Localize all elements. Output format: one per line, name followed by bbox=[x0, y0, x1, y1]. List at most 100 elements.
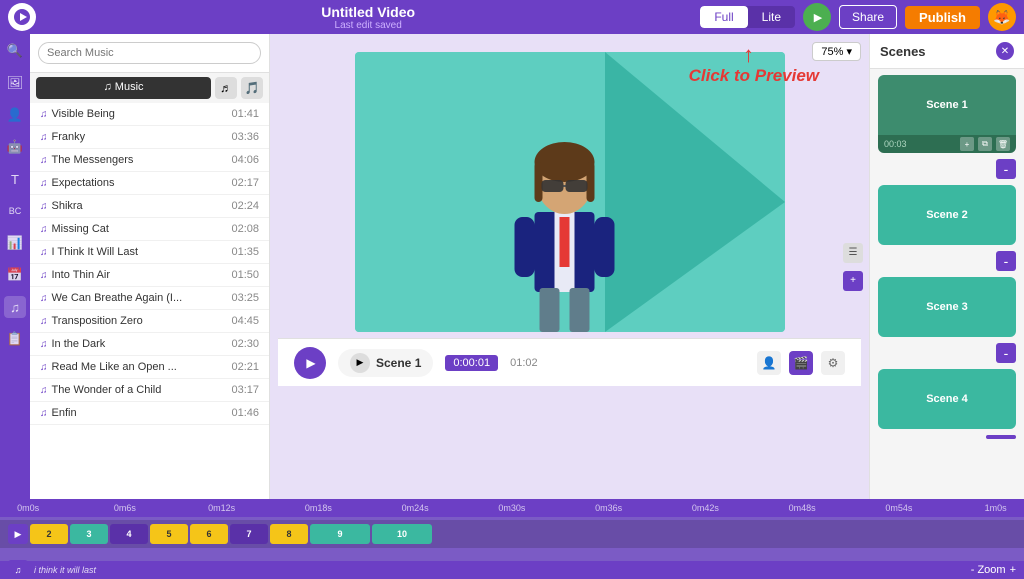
ruler-mark-0: 0m0s bbox=[4, 503, 52, 513]
settings-icon[interactable]: ⚙ bbox=[821, 351, 845, 375]
music-track-14[interactable]: Enfin01:46 bbox=[30, 402, 269, 425]
preview-area: 75% ▾ ↑ Click to Preview bbox=[270, 34, 869, 499]
player-icons: 👤 🎬 ⚙ bbox=[757, 351, 845, 375]
ruler-mark-12: 0m36s bbox=[585, 503, 633, 513]
zoom-plus-button[interactable]: + bbox=[1010, 564, 1016, 576]
video-title: Untitled Video bbox=[44, 4, 692, 20]
track-name-11: In the Dark bbox=[40, 338, 105, 350]
video-subtitle: Last edit saved bbox=[44, 20, 692, 31]
side-control-2[interactable]: + bbox=[843, 271, 863, 291]
chart-tool-icon[interactable]: 📊 bbox=[4, 232, 26, 254]
music-track-8[interactable]: Into Thin Air01:50 bbox=[30, 264, 269, 287]
track-duration-5: 02:24 bbox=[231, 200, 259, 212]
zoom-minus-button[interactable]: - Zoom bbox=[971, 564, 1006, 576]
music-tab-icon2[interactable]: 🎵 bbox=[241, 77, 263, 99]
music-track-7[interactable]: I Think It Will Last01:35 bbox=[30, 241, 269, 264]
tl-block-7[interactable]: 8 bbox=[270, 524, 308, 544]
scene-1-copy-icon[interactable]: ⧉ bbox=[978, 137, 992, 151]
scenes-header: Scenes ✕ bbox=[870, 34, 1024, 69]
scene-minus-2[interactable]: - bbox=[996, 251, 1016, 271]
zoom-control[interactable]: 75% ▾ bbox=[812, 42, 861, 61]
scene-card-4[interactable]: Scene 4 bbox=[878, 369, 1016, 429]
music-track-3[interactable]: The Messengers 04:06 bbox=[30, 149, 269, 172]
media-icon[interactable]: 🎬 bbox=[789, 351, 813, 375]
tl-block-1[interactable]: 2 bbox=[30, 524, 68, 544]
music-track-2[interactable]: Franky03:36 bbox=[30, 126, 269, 149]
music-track-13[interactable]: The Wonder of a Child03:17 bbox=[30, 379, 269, 402]
timeline-track-1: ▶ 2 3 4 5 6 7 8 9 10 bbox=[0, 520, 1024, 548]
music-track-1[interactable]: Visible Being01:41 bbox=[30, 103, 269, 126]
music-track-12[interactable]: Read Me Like an Open ... 02:21 bbox=[30, 356, 269, 379]
side-control-1[interactable]: ☰ bbox=[843, 243, 863, 263]
scene-1-delete-icon[interactable]: 🗑 bbox=[996, 137, 1010, 151]
ruler-mark-16: 0m48s bbox=[778, 503, 826, 513]
tl-block-2[interactable]: 3 bbox=[70, 524, 108, 544]
avatar-tool-icon[interactable]: 🤖 bbox=[4, 136, 26, 158]
track-name-3: The Messengers bbox=[40, 154, 133, 166]
scene-1-label: Scene 1 bbox=[926, 99, 968, 111]
tl-block-8[interactable]: 9 bbox=[310, 524, 370, 544]
scene-1-add-icon[interactable]: + bbox=[960, 137, 974, 151]
character-tool-icon[interactable]: 👤 bbox=[4, 104, 26, 126]
music-tool-icon[interactable]: ♫ bbox=[4, 296, 26, 318]
user-avatar[interactable]: 🦊 bbox=[988, 3, 1016, 31]
text-tool-icon[interactable]: T bbox=[4, 168, 26, 190]
music-track-11[interactable]: In the Dark 02:30 bbox=[30, 333, 269, 356]
preview-canvas bbox=[355, 52, 785, 332]
scene-minus-3[interactable]: - bbox=[996, 343, 1016, 363]
voiceover-icon[interactable]: 👤 bbox=[757, 351, 781, 375]
scenes-close-button[interactable]: ✕ bbox=[996, 42, 1014, 60]
preview-play-button[interactable] bbox=[803, 3, 831, 31]
music-tab-music[interactable]: ♫ Music bbox=[36, 77, 211, 99]
music-tab-icon1[interactable]: ♬ bbox=[215, 77, 237, 99]
track-duration-12: 02:21 bbox=[231, 361, 259, 373]
tl-block-3[interactable]: 4 bbox=[110, 524, 148, 544]
music-track-9[interactable]: We Can Breathe Again (I...03:25 bbox=[30, 287, 269, 310]
scene-mini-play[interactable]: ▶ bbox=[350, 353, 370, 373]
music-track-6[interactable]: Missing Cat02:08 bbox=[30, 218, 269, 241]
scene-card-1[interactable]: Scene 1 00:03 + ⧉ 🗑 bbox=[878, 75, 1016, 153]
ruler-mark-2: 0m6s bbox=[101, 503, 149, 513]
track-name-9: We Can Breathe Again (I... bbox=[40, 292, 182, 304]
scene-3-preview: Scene 3 bbox=[878, 277, 1016, 337]
publish-button[interactable]: Publish bbox=[905, 6, 980, 29]
topbar: Untitled Video Last edit saved Full Lite… bbox=[0, 0, 1024, 34]
track-duration-10: 04:45 bbox=[231, 315, 259, 327]
track-name-5: Shikra bbox=[40, 200, 83, 212]
track-name-2: Franky bbox=[40, 131, 85, 143]
ruler-mark-4: 0m12s bbox=[198, 503, 246, 513]
timeline: 0m0s 0m6s 0m12s 0m18s 0m24s 0m30s 0m36s … bbox=[0, 499, 1024, 579]
tl-block-9[interactable]: 10 bbox=[372, 524, 432, 544]
tl-block-6[interactable]: 7 bbox=[230, 524, 268, 544]
scene-2-label: Scene 2 bbox=[926, 209, 968, 221]
track-name-1: Visible Being bbox=[40, 108, 115, 120]
track-duration-11: 02:30 bbox=[231, 338, 259, 350]
music-track-10[interactable]: Transposition Zero04:45 bbox=[30, 310, 269, 333]
music-track-4[interactable]: Expectations02:17 bbox=[30, 172, 269, 195]
scene-4-label: Scene 4 bbox=[926, 393, 968, 405]
share-button[interactable]: Share bbox=[839, 5, 897, 29]
scroll-bar bbox=[986, 435, 1016, 439]
template-tool-icon[interactable]: 📋 bbox=[4, 328, 26, 350]
calendar-tool-icon[interactable]: 📅 bbox=[4, 264, 26, 286]
track-name-7: I Think It Will Last bbox=[40, 246, 138, 258]
scene-minus-1[interactable]: - bbox=[996, 159, 1016, 179]
music-track-5[interactable]: Shikra 02:24 bbox=[30, 195, 269, 218]
track-duration-3: 04:06 bbox=[231, 154, 259, 166]
tl-block-4[interactable]: 5 bbox=[150, 524, 188, 544]
scene-card-2[interactable]: Scene 2 bbox=[878, 185, 1016, 245]
scene-1-duration: 00:03 bbox=[884, 139, 907, 149]
callout-tool-icon[interactable]: BC bbox=[4, 200, 26, 222]
tab-lite[interactable]: Lite bbox=[748, 6, 795, 28]
playback-play-button[interactable] bbox=[294, 347, 326, 379]
scene-card-3[interactable]: Scene 3 bbox=[878, 277, 1016, 337]
scene-1-footer-icons: + ⧉ 🗑 bbox=[960, 137, 1010, 151]
image-tool-icon[interactable]: 🖼 bbox=[4, 72, 26, 94]
tl-music-label: i think it will last bbox=[34, 565, 96, 575]
music-search-input[interactable] bbox=[38, 42, 261, 64]
tl-block-5[interactable]: 6 bbox=[190, 524, 228, 544]
track-name-12: Read Me Like an Open ... bbox=[40, 361, 177, 373]
tab-full[interactable]: Full bbox=[700, 6, 747, 28]
search-tool-icon[interactable]: 🔍 bbox=[4, 40, 26, 62]
track-duration-13: 03:17 bbox=[231, 384, 259, 396]
